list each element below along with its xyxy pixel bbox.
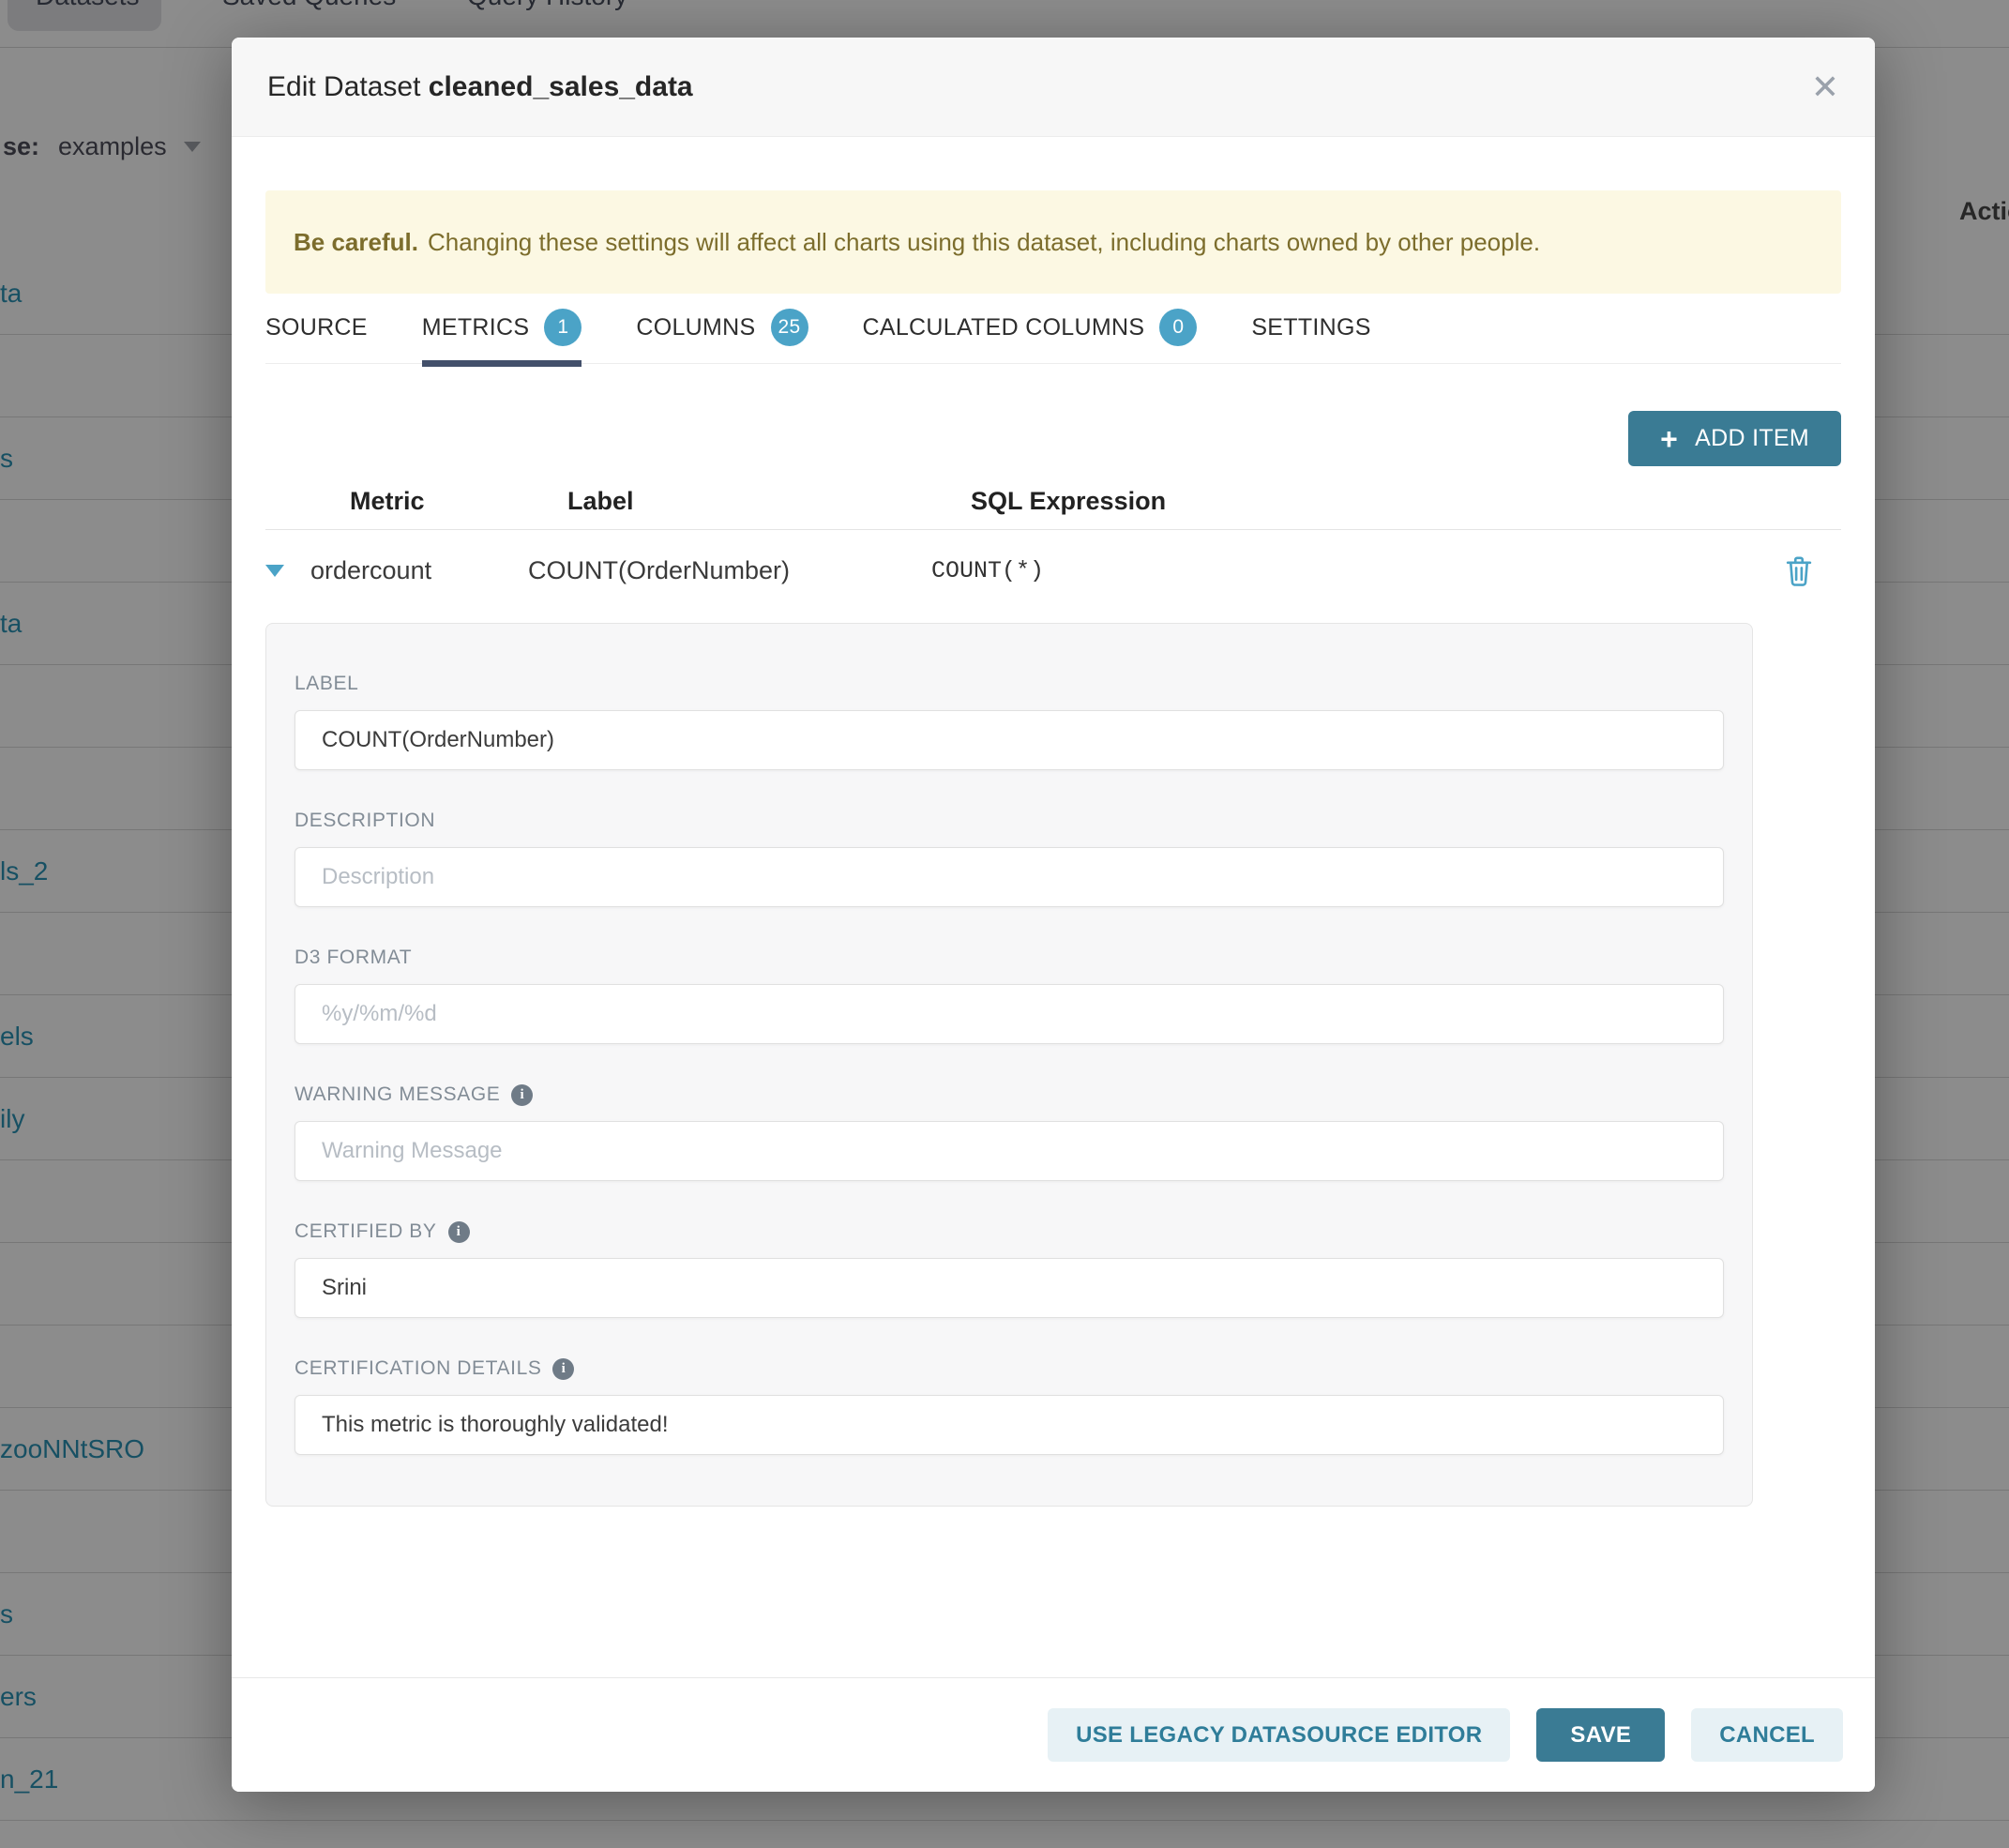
cancel-button[interactable]: CANCEL — [1691, 1708, 1843, 1762]
add-item-button[interactable]: + ADD ITEM — [1628, 411, 1841, 466]
delete-metric-button[interactable] — [1785, 554, 1841, 587]
metric-row: ordercount COUNT(OrderNumber) COUNT(*) — [265, 530, 1841, 597]
modal-footer: USE LEGACY DATASOURCE EDITOR SAVE CANCEL — [232, 1677, 1875, 1792]
info-icon: i — [511, 1084, 533, 1106]
screen: Datasets Saved Queries Query History se:… — [0, 0, 2009, 1848]
field-caption-text: CERTIFICATION DETAILS — [295, 1357, 541, 1380]
field-label-caption: LABEL — [295, 673, 1724, 695]
tab-label: SETTINGS — [1251, 314, 1370, 341]
modal-title: Edit Dataset cleaned_sales_data — [267, 71, 693, 103]
field-warning-message: WARNING MESSAGE i — [295, 1083, 1724, 1181]
field-caption-text: CERTIFIED BY — [295, 1220, 437, 1243]
field-caption-text: D3 FORMAT — [295, 947, 412, 969]
trash-icon — [1785, 554, 1813, 587]
tab-badge: 1 — [544, 309, 582, 346]
modal-header: Edit Dataset cleaned_sales_data ✕ — [232, 38, 1875, 137]
tab-label: COLUMNS — [636, 314, 755, 341]
field-label-caption: DESCRIPTION — [295, 810, 1724, 832]
warning-banner-text: Changing these settings will affect all … — [428, 228, 1540, 257]
add-item-row: + ADD ITEM — [265, 411, 1841, 466]
metrics-table: Metric Label SQL Expression ordercount C… — [265, 487, 1841, 597]
tab-metrics[interactable]: METRICS 1 — [422, 309, 582, 363]
field-description: DESCRIPTION — [295, 810, 1724, 907]
field-caption-text: WARNING MESSAGE — [295, 1083, 500, 1106]
field-label: LABEL — [295, 673, 1724, 770]
close-icon[interactable]: ✕ — [1811, 70, 1839, 104]
metric-sql: COUNT(*) — [931, 557, 1785, 584]
tab-settings[interactable]: SETTINGS — [1251, 309, 1370, 363]
tab-badge: 0 — [1159, 309, 1197, 346]
warning-message-input[interactable] — [295, 1121, 1724, 1181]
warning-banner-bold: Be careful. — [294, 228, 418, 257]
column-header-metric: Metric — [350, 487, 567, 516]
tab-columns[interactable]: COLUMNS 25 — [636, 309, 808, 363]
label-input[interactable] — [295, 710, 1724, 770]
field-label-caption: WARNING MESSAGE i — [295, 1083, 1724, 1106]
tab-calculated-columns[interactable]: CALCULATED COLUMNS 0 — [863, 309, 1198, 363]
warning-banner: Be careful. Changing these settings will… — [265, 190, 1841, 294]
metric-name: ordercount — [310, 556, 528, 585]
field-certification-details: CERTIFICATION DETAILS i — [295, 1357, 1724, 1455]
modal-body: Be careful. Changing these settings will… — [232, 137, 1875, 1677]
field-d3-format: D3 FORMAT — [295, 947, 1724, 1044]
field-certified-by: CERTIFIED BY i — [295, 1220, 1724, 1318]
column-header-sql-expression: SQL Expression — [971, 487, 1785, 516]
field-label-caption: CERTIFIED BY i — [295, 1220, 1724, 1243]
info-icon: i — [552, 1358, 574, 1380]
tab-badge: 25 — [771, 309, 808, 346]
tab-bar: SOURCE METRICS 1 COLUMNS 25 CALCULATED C… — [265, 309, 1841, 364]
plus-icon: + — [1660, 424, 1678, 454]
info-icon: i — [448, 1221, 470, 1243]
modal-title-dataset-name: cleaned_sales_data — [429, 71, 693, 102]
tab-label: CALCULATED COLUMNS — [863, 314, 1145, 341]
use-legacy-datasource-editor-button[interactable]: USE LEGACY DATASOURCE EDITOR — [1048, 1708, 1510, 1762]
metric-label: COUNT(OrderNumber) — [528, 556, 931, 585]
certified-by-input[interactable] — [295, 1258, 1724, 1318]
add-item-label: ADD ITEM — [1695, 425, 1809, 452]
field-caption-text: LABEL — [295, 673, 358, 695]
tab-label: METRICS — [422, 314, 530, 341]
edit-dataset-modal: Edit Dataset cleaned_sales_data ✕ Be car… — [232, 38, 1875, 1792]
metrics-table-header: Metric Label SQL Expression — [265, 487, 1841, 516]
field-label-caption: CERTIFICATION DETAILS i — [295, 1357, 1724, 1380]
description-input[interactable] — [295, 847, 1724, 907]
d3-format-input[interactable] — [295, 984, 1724, 1044]
certification-details-input[interactable] — [295, 1395, 1724, 1455]
field-label-caption: D3 FORMAT — [295, 947, 1724, 969]
column-header-label: Label — [567, 487, 971, 516]
field-caption-text: DESCRIPTION — [295, 810, 435, 832]
modal-title-prefix: Edit Dataset — [267, 71, 429, 102]
metric-detail-panel: LABEL DESCRIPTION D3 FORMAT — [265, 623, 1753, 1507]
tab-source[interactable]: SOURCE — [265, 309, 368, 363]
save-button[interactable]: SAVE — [1536, 1708, 1665, 1762]
expand-caret-icon[interactable] — [265, 565, 284, 577]
tab-label: SOURCE — [265, 314, 368, 341]
